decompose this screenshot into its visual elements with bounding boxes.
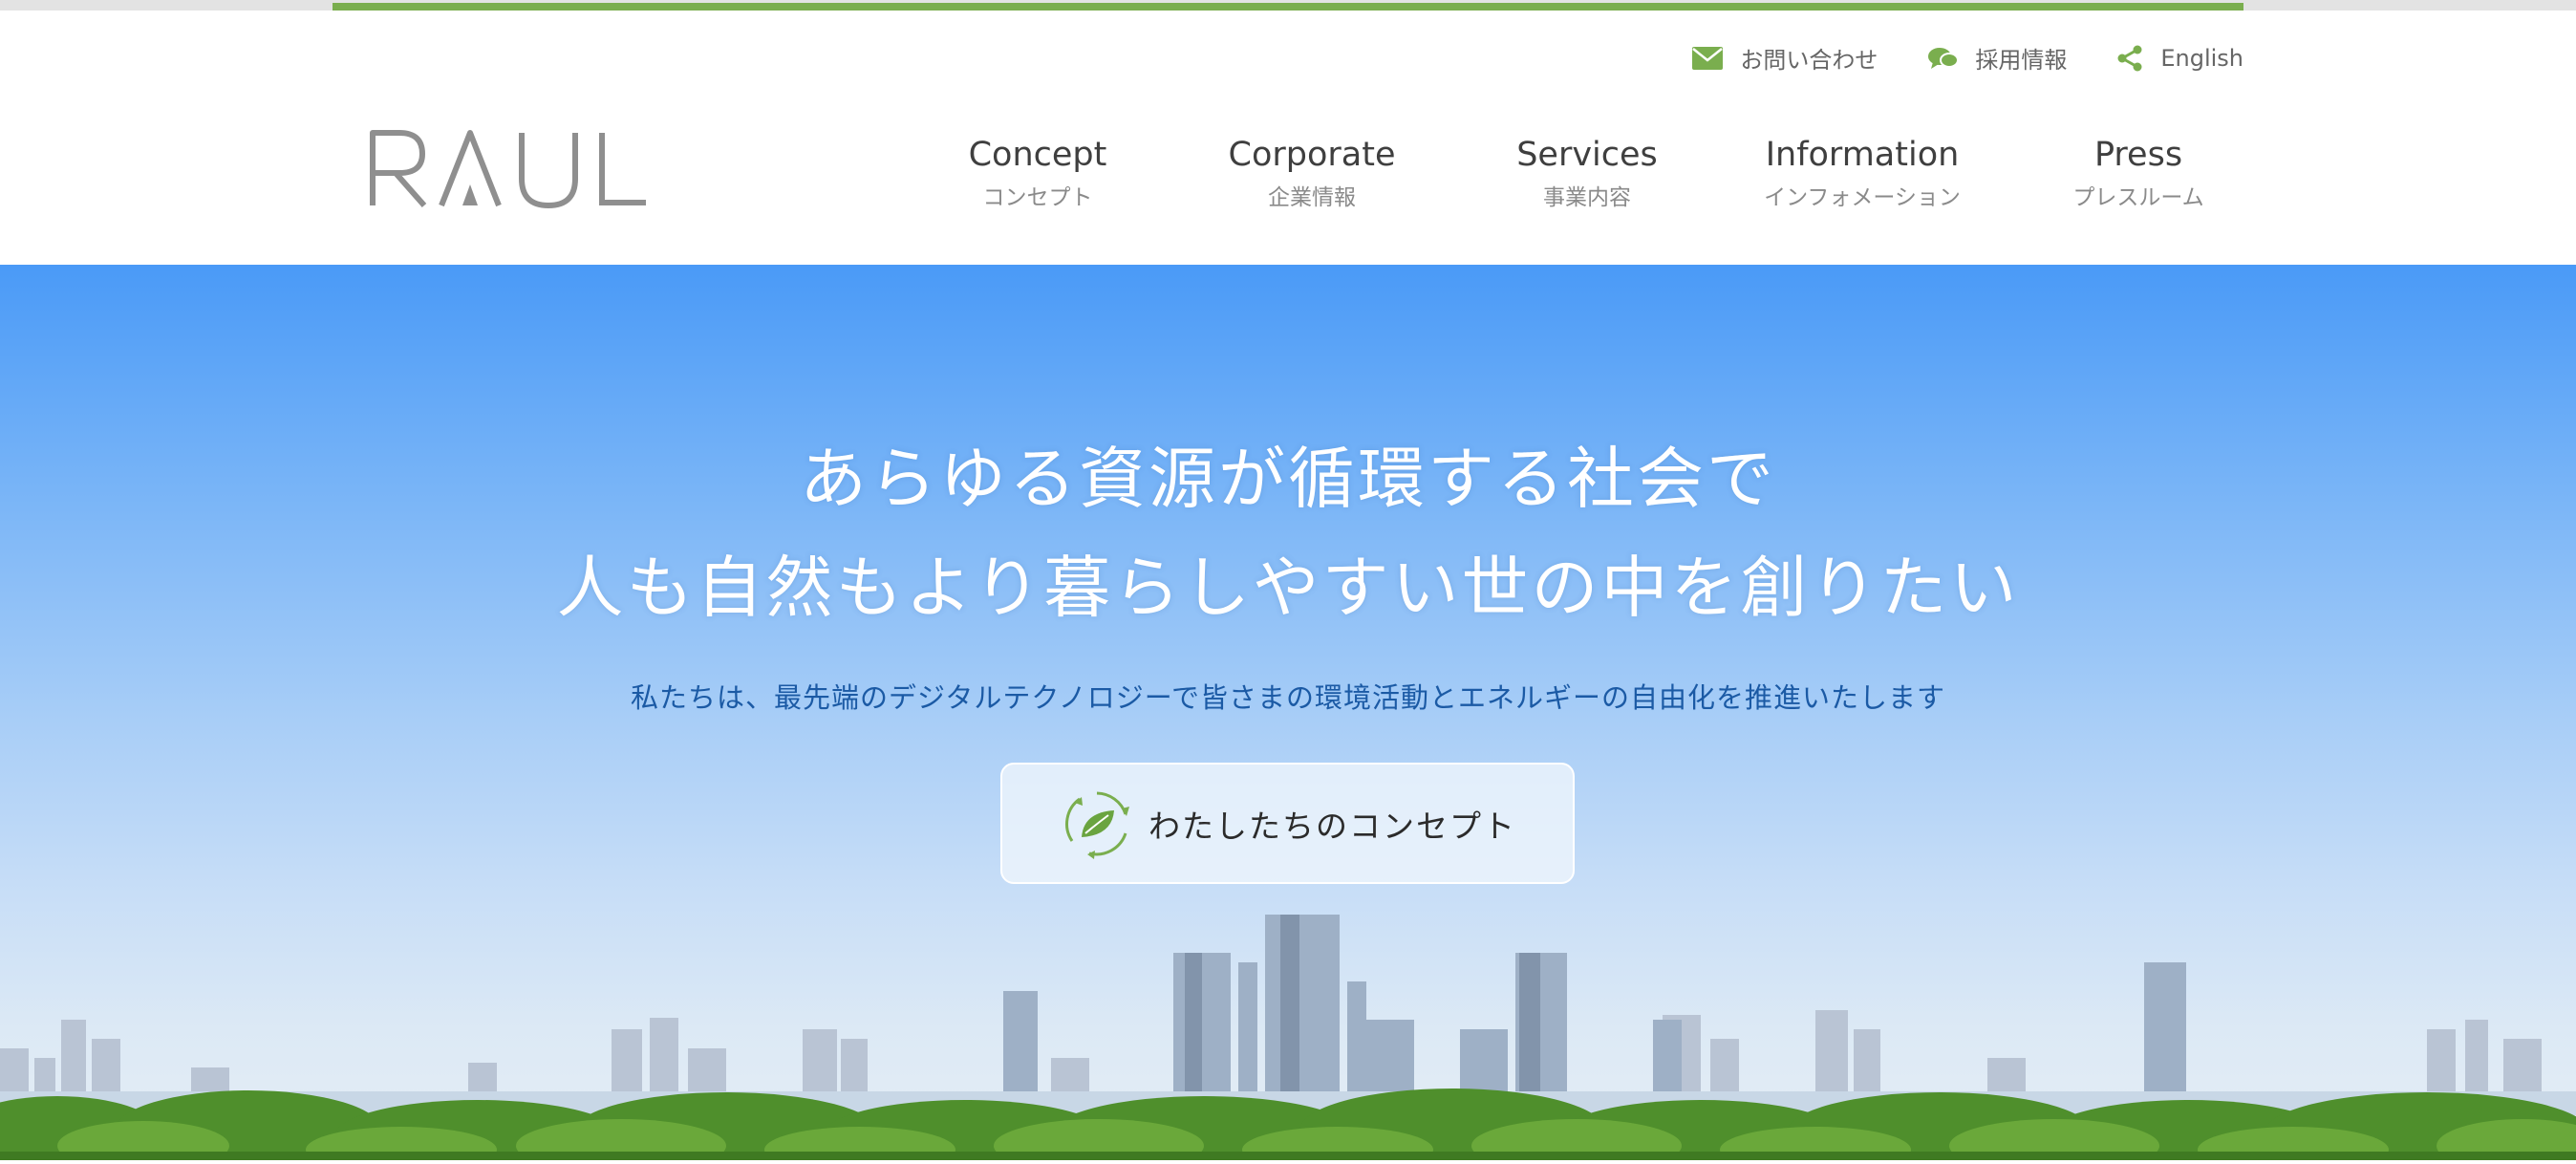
nav-concept-jp: コンセプト [982,185,1093,210]
nav-corporate[interactable]: Corporate 企業情報 [1229,132,1396,216]
english-link[interactable]: English [2116,45,2243,72]
contact-link-label: お問い合わせ [1740,47,1878,74]
english-link-label: English [2160,44,2243,72]
city-skyline-image [0,915,2576,1164]
nav-corporate-en: Corporate [1228,136,1396,174]
hero-section: あらゆる資源が循環する社会で 人も自然もより暮らしやすい世の中を創りたい 私たち… [0,265,2576,1164]
contact-link[interactable]: お問い合わせ [1692,41,1878,75]
concept-cta-label: わたしたちのコンセプト [1148,807,1516,845]
nav-information[interactable]: Information インフォメーション [1764,132,1961,216]
nav-services-jp: 事業内容 [1543,185,1631,210]
hero-title-line1: あらゆる資源が循環する社会で [800,440,1776,518]
nav-concept-en: Concept [968,136,1107,174]
nav-corporate-jp: 企業情報 [1268,185,1356,210]
nav-press-en: Press [2093,136,2183,174]
page-bottom-edge [0,1160,2576,1164]
recruit-link[interactable]: 採用情報 [1927,41,2067,75]
nav-information-en: Information [1765,136,1960,174]
mail-icon [1692,46,1724,70]
site-header: お問い合わせ 採用情報 English Concept コンセプト Corpor… [0,11,2576,265]
recycle-leaf-icon [1065,791,1129,859]
top-accent-bar [333,3,2243,11]
nav-press[interactable]: Press プレスルーム [2072,132,2203,216]
nav-concept[interactable]: Concept コンセプト [969,132,1107,216]
nav-services[interactable]: Services 事業内容 [1516,132,1658,216]
utility-nav: お問い合わせ 採用情報 English [1692,41,2243,75]
nav-press-jp: プレスルーム [2072,185,2204,210]
chat-bubbles-icon [1928,47,1959,69]
nav-services-en: Services [1516,136,1658,174]
hero-subtitle: 私たちは、最先端のデジタルテクノロジーで皆さまの環境活動とエネルギーの自由化を推… [631,681,1945,714]
hero-title-line2: 人も自然もより暮らしやすい世の中を創りたい [556,549,2020,627]
share-icon [2117,45,2142,71]
concept-cta-button[interactable]: わたしたちのコンセプト [1000,763,1575,884]
main-nav: Concept コンセプト Corporate 企業情報 Services 事業… [917,132,2255,237]
raul-logo[interactable] [367,125,650,211]
recruit-link-label: 採用情報 [1975,47,2068,74]
nav-information-jp: インフォメーション [1764,185,1961,210]
